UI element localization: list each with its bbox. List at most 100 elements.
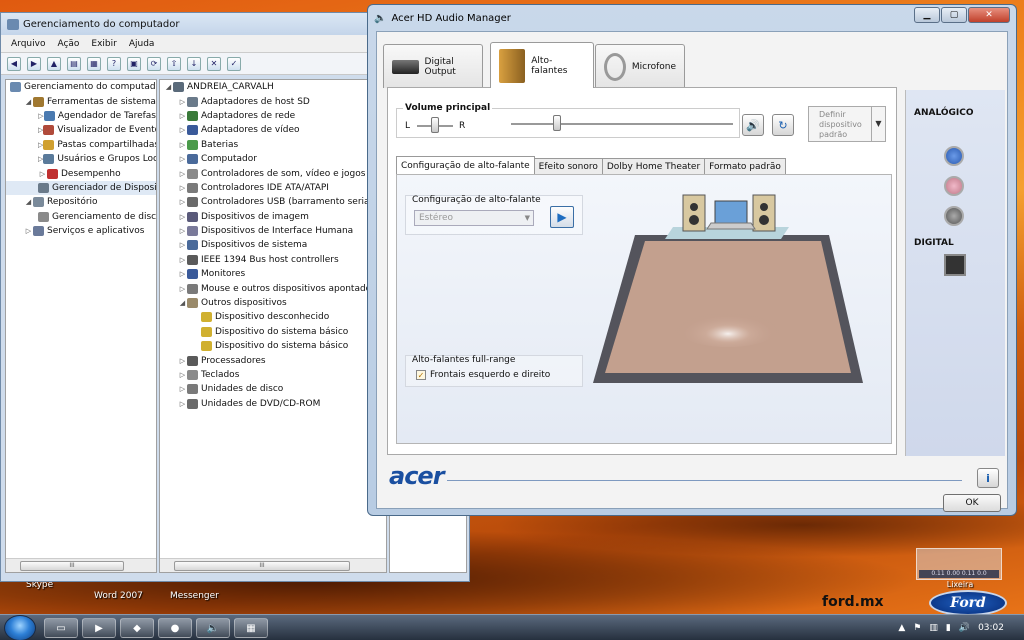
volume-slider[interactable] [553, 115, 561, 131]
tree-item[interactable]: ▷ Adaptadores de rede [160, 109, 386, 123]
tree-item[interactable]: ▷ Usuários e Grupos Loca [6, 152, 156, 166]
volume-icon[interactable]: 🔊 [959, 623, 970, 633]
subtab-sound-effect[interactable]: Efeito sonoro [533, 158, 603, 174]
tree-item[interactable]: ▷ Agendador de Tarefas [6, 109, 156, 123]
expander-icon[interactable]: ▷ [178, 227, 187, 235]
tree-item[interactable]: Gerenciador de Disposit [6, 180, 156, 196]
taskbar-computer-management-icon[interactable]: ▦ [234, 618, 268, 638]
uninstall-icon[interactable]: ✕ [207, 56, 221, 71]
menu-acao[interactable]: Ação [57, 39, 79, 49]
tree-item[interactable]: ▷ Adaptadores de host SD [160, 94, 386, 108]
taskbar-explorer-icon[interactable]: ▭ [44, 618, 78, 638]
tree-item[interactable]: ▷ Controladores IDE ATA/ATAPI [160, 181, 386, 195]
scan-hardware-icon[interactable]: ⟳ [147, 56, 161, 71]
gray-jack-icon[interactable] [944, 206, 964, 226]
tree-item[interactable]: ▷ Mouse e outros dispositivos apontado [160, 281, 386, 295]
tree-item[interactable]: ▷ Serviços e aplicativos [6, 224, 156, 238]
expander-icon[interactable]: ▷ [178, 170, 187, 178]
back-arrow-icon[interactable]: ◀ [7, 56, 21, 71]
tree-item[interactable]: ◢ Outros dispositivos [160, 296, 386, 310]
clock[interactable]: 03:02 [978, 623, 1004, 633]
maximize-button[interactable]: ▢ [941, 7, 967, 23]
fullrange-checkbox[interactable]: ✓ Frontais esquerdo e direito [416, 370, 550, 380]
tree-item[interactable]: Gerenciamento de disco [6, 210, 156, 224]
taskbar-audio-manager-icon[interactable]: 🔈 [196, 618, 230, 638]
subtab-default-format[interactable]: Formato padrão [704, 158, 786, 174]
expander-icon[interactable]: ▷ [178, 155, 187, 163]
expander-icon[interactable]: ▷ [178, 112, 187, 120]
tree-item[interactable]: ◢ ANDREIA_CARVALH [160, 80, 386, 94]
network-icon[interactable]: ▥ [929, 623, 938, 633]
expander-icon[interactable]: ▷ [178, 98, 187, 106]
expander-icon[interactable]: ◢ [24, 98, 33, 106]
pink-jack-icon[interactable] [944, 176, 964, 196]
expander-icon[interactable]: ◢ [178, 299, 187, 307]
tree-item[interactable]: ◢ Ferramentas de sistema [6, 94, 156, 108]
expander-icon[interactable]: ▷ [178, 400, 187, 408]
subtab-dolby[interactable]: Dolby Home Theater [601, 158, 706, 174]
tree-item[interactable]: Dispositivo do sistema básico [160, 339, 386, 353]
tab-alto-falantes[interactable]: Alto-falantes [490, 42, 594, 88]
tree-item[interactable]: ▷ IEEE 1394 Bus host controllers [160, 253, 386, 267]
expander-icon[interactable]: ▷ [178, 184, 187, 192]
expander-icon[interactable]: ▷ [178, 285, 187, 293]
taskbar-app-icon[interactable]: ◆ [120, 618, 154, 638]
menu-arquivo[interactable]: Arquivo [11, 39, 45, 49]
expander-icon[interactable]: ▷ [178, 126, 187, 134]
expander-icon[interactable]: ▷ [178, 270, 187, 278]
taskbar-chrome-icon[interactable]: ● [158, 618, 192, 638]
tray-expand-icon[interactable]: ▲ [898, 623, 905, 633]
speaker-config-select[interactable]: Estéreo ▼ [414, 210, 534, 226]
info-icon[interactable]: i [977, 468, 999, 488]
expander-icon[interactable]: ▷ [38, 112, 44, 120]
start-button[interactable] [4, 615, 36, 640]
taskbar-media-player-icon[interactable]: ▶ [82, 618, 116, 638]
expander-icon[interactable]: ◢ [164, 83, 173, 91]
tree-item[interactable]: ▷ Dispositivos de sistema [160, 238, 386, 252]
tree-item[interactable]: Dispositivo do sistema básico [160, 325, 386, 339]
tree-item[interactable]: ▷ Unidades de disco [160, 382, 386, 396]
tree-item[interactable]: ▷ Processadores [160, 353, 386, 367]
tree-item[interactable]: ▷ Controladores de som, vídeo e jogos [160, 166, 386, 180]
tree-item[interactable]: ▷ Pastas compartilhadas [6, 138, 156, 152]
expander-icon[interactable]: ▷ [178, 256, 187, 264]
ok-button[interactable]: OK [943, 494, 1001, 512]
signal-icon[interactable]: ▮ [946, 623, 951, 633]
tab-microfone[interactable]: Microfone [595, 44, 685, 88]
mute-speaker-icon[interactable]: 🔊 [742, 114, 764, 136]
expander-icon[interactable]: ▷ [178, 213, 187, 221]
up-folder-icon[interactable]: ▲ [47, 56, 61, 71]
subtab-speaker-config[interactable]: Configuração de alto-falante [396, 156, 535, 174]
play-test-button[interactable]: ▶ [550, 206, 574, 228]
tree-item[interactable]: ▷ Unidades de DVD/CD-ROM [160, 397, 386, 411]
digital-jack-icon[interactable] [944, 254, 966, 276]
tree-item[interactable]: ▷ Dispositivos de imagem [160, 210, 386, 224]
expander-icon[interactable]: ▷ [178, 385, 187, 393]
action-center-flag-icon[interactable]: ⚑ [913, 623, 921, 633]
enable-device-icon[interactable]: ✓ [227, 56, 241, 71]
tree-item[interactable]: ▷ Teclados [160, 368, 386, 382]
expander-icon[interactable]: ▷ [38, 170, 47, 178]
menu-exibir[interactable]: Exibir [91, 39, 116, 49]
tree-item[interactable]: ▷ Computador [160, 152, 386, 166]
show-tree-icon[interactable]: ▤ [67, 56, 81, 71]
tree-item[interactable]: ▷ Monitores [160, 267, 386, 281]
view-icon[interactable]: ▣ [127, 56, 141, 71]
expander-icon[interactable]: ▷ [178, 141, 187, 149]
tree-item[interactable]: ▷ Dispositivos de Interface Humana [160, 224, 386, 238]
tree-item[interactable]: ▷ Adaptadores de vídeo [160, 123, 386, 137]
tab-digital-output[interactable]: Digital Output [383, 44, 483, 88]
expander-icon[interactable]: ▷ [178, 198, 187, 206]
left-hscrollbar[interactable]: III [6, 558, 156, 572]
expander-icon[interactable]: ▷ [24, 227, 33, 235]
update-driver-icon[interactable]: ⇧ [167, 56, 181, 71]
reset-icon[interactable]: ↻ [772, 114, 794, 136]
expander-icon[interactable]: ◢ [24, 198, 33, 206]
tree-item[interactable]: Gerenciamento do computado [6, 80, 156, 94]
close-button[interactable]: ✕ [968, 7, 1010, 23]
tree-item[interactable]: ◢ Repositório [6, 195, 156, 209]
help-icon[interactable]: ? [107, 56, 121, 71]
tree-item[interactable]: Dispositivo desconhecido [160, 310, 386, 324]
device-hscrollbar[interactable]: III [160, 558, 386, 572]
blue-jack-icon[interactable] [944, 146, 964, 166]
